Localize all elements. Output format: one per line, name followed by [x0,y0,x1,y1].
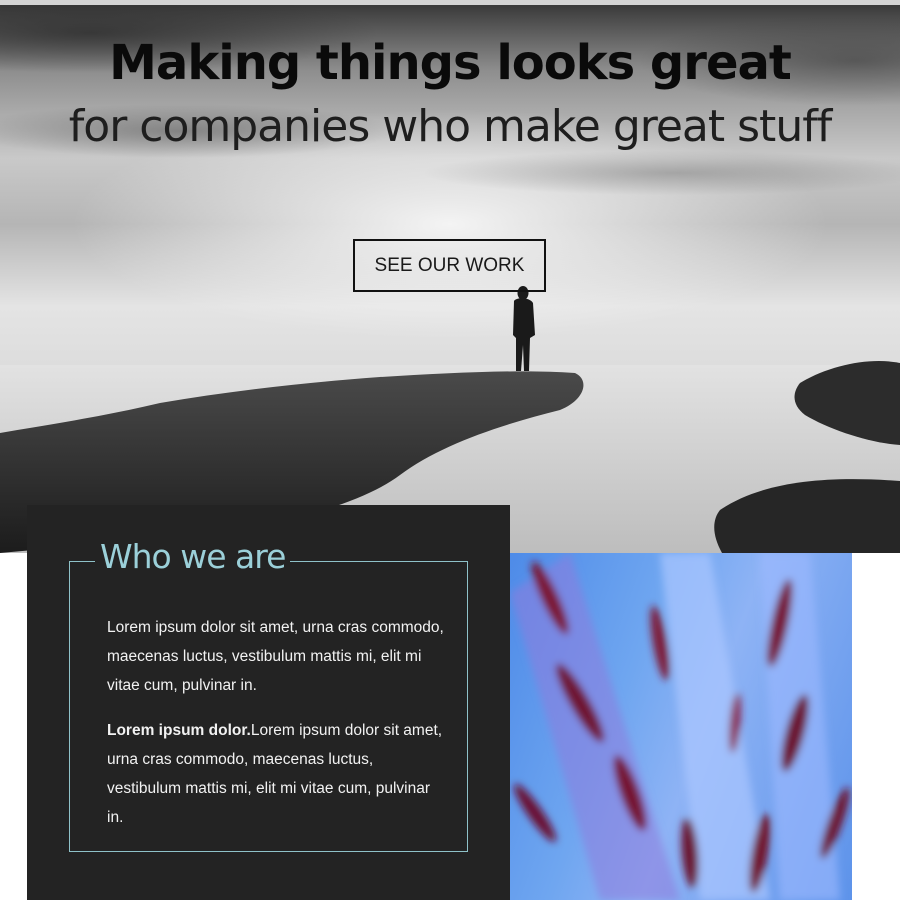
person-silhouette [513,286,535,371]
hero-subtitle: for companies who make great stuff [68,101,832,152]
who-we-are-title: Who we are [95,535,291,579]
see-our-work-button[interactable]: SEE OUR WORK [353,239,546,292]
hero-section: Making things looks great for companies … [0,5,900,553]
paragraph-2-lead: Lorem ipsum dolor. [107,722,251,739]
flower-petals [510,553,850,900]
who-we-are-card: Who we are Lorem ipsum dolor sit amet, u… [27,505,510,900]
hero-title: Making things looks great [109,35,792,91]
flower-macro-image [510,553,852,900]
who-we-are-paragraph-1: Lorem ipsum dolor sit amet, urna cras co… [107,619,444,694]
who-we-are-paragraph-2: Lorem ipsum dolor.Lorem ipsum dolor sit … [107,716,447,832]
